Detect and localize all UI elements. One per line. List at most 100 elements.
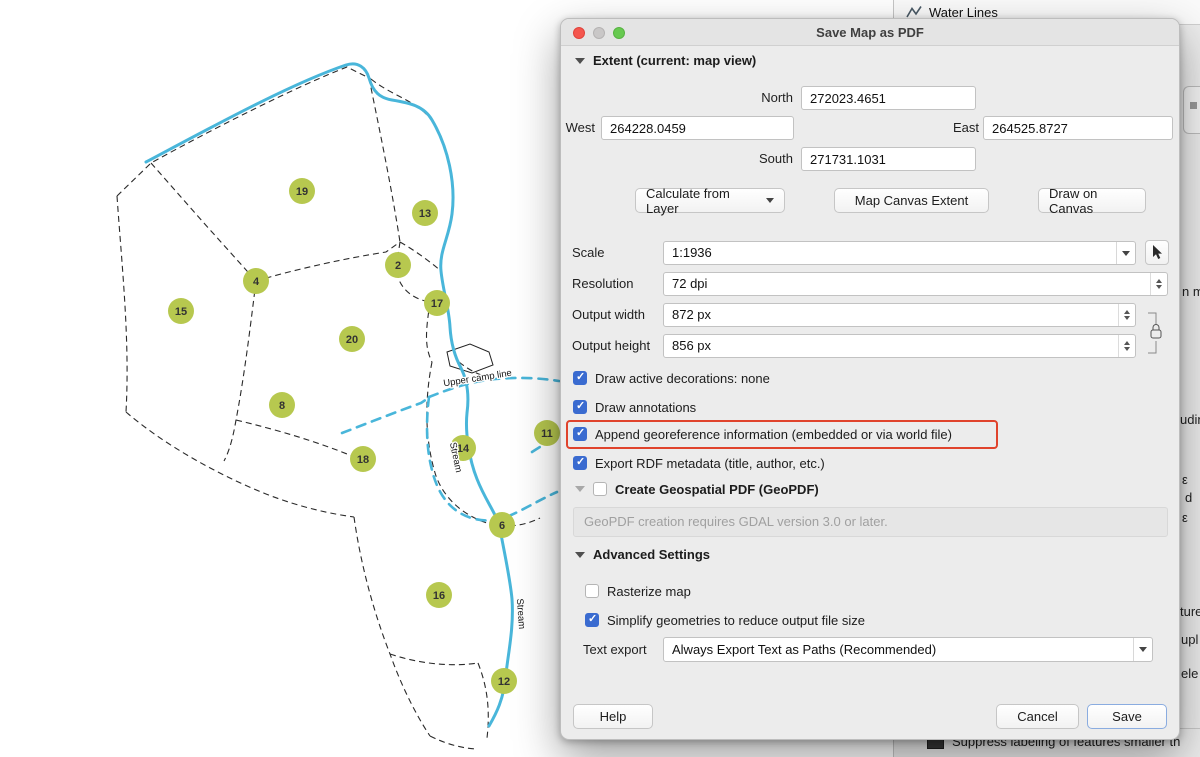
clipped-text-fragment: n m (1182, 284, 1200, 299)
output-height-value: 856 px (672, 335, 1111, 357)
west-input[interactable] (601, 116, 794, 140)
extent-section-header[interactable]: Extent (current: map view) (575, 53, 756, 68)
map-marker-number: 2 (395, 260, 401, 272)
checkbox-simplify-geometries[interactable]: Simplify geometries to reduce output fil… (585, 610, 865, 630)
checkbox-draw-annotations[interactable]: Draw annotations (573, 397, 696, 417)
screen: 191324171520811141861612Upper camp lineS… (0, 0, 1200, 757)
map-marker-number: 6 (499, 520, 505, 532)
west-label: West (561, 116, 595, 140)
text-export-dropdown[interactable]: Always Export Text as Paths (Recommended… (663, 637, 1153, 662)
checkbox-append-georeference[interactable]: Append georeference information (embedde… (573, 424, 952, 444)
dialog-titlebar[interactable]: Save Map as PDF (561, 19, 1179, 46)
output-width-label: Output width (572, 303, 645, 327)
checkbox-label: Rasterize map (607, 584, 691, 599)
checkbox-box (573, 456, 587, 470)
save-button[interactable]: Save (1087, 704, 1167, 729)
checkbox-draw-active-decorations[interactable]: Draw active decorations: none (573, 368, 770, 388)
parcel-boundary (236, 420, 352, 456)
checkbox-rasterize-map[interactable]: Rasterize map (585, 581, 691, 601)
geopdf-requirement-note: GeoPDF creation requires GDAL version 3.… (573, 507, 1168, 537)
dialog-title: Save Map as PDF (561, 19, 1179, 46)
help-button[interactable]: Help (573, 704, 653, 729)
scale-value: 1:1936 (672, 242, 1111, 264)
extent-header-label: Extent (current: map view) (593, 53, 756, 68)
stream-line-dashed (342, 397, 429, 433)
north-input[interactable] (801, 86, 976, 110)
cancel-button[interactable]: Cancel (996, 704, 1079, 729)
map-marker-number: 4 (253, 276, 260, 288)
checkbox-label: Draw active decorations: none (595, 371, 770, 386)
south-label: South (701, 147, 793, 171)
line-layer-icon (906, 5, 922, 19)
parcel-boundary (151, 163, 256, 281)
resolution-value: 72 dpi (672, 273, 1143, 295)
calculate-from-layer-button[interactable]: Calculate from Layer (635, 188, 785, 213)
map-marker-number: 17 (431, 298, 443, 310)
output-height-label: Output height (572, 334, 650, 358)
save-map-as-pdf-dialog: Save Map as PDF Extent (current: map vie… (560, 18, 1180, 740)
set-scale-from-canvas-button[interactable] (1145, 240, 1169, 265)
parcel-boundary (390, 654, 478, 665)
output-width-spinbox[interactable]: 872 px (663, 303, 1136, 327)
lock-aspect-ratio-icon[interactable] (1145, 307, 1163, 359)
checkbox-box (573, 427, 587, 441)
checkbox-label: Simplify geometries to reduce output fil… (607, 613, 865, 628)
map-canvas-extent-button[interactable]: Map Canvas Extent (834, 188, 989, 213)
clipped-text-fragment: ε (1182, 510, 1188, 525)
stream-line-dashed (427, 397, 557, 520)
cancel-label: Cancel (1017, 709, 1057, 724)
checkbox-box (593, 482, 607, 496)
output-width-value: 872 px (672, 304, 1111, 326)
east-label: East (939, 116, 979, 140)
parcel-boundary (126, 412, 354, 517)
parcel-boundary (224, 281, 256, 461)
advanced-settings-header[interactable]: Advanced Settings (575, 547, 710, 562)
checkbox-label: Create Geospatial PDF (GeoPDF) (615, 482, 819, 497)
checkbox-label: Draw annotations (595, 400, 696, 415)
calculate-from-layer-label: Calculate from Layer (646, 186, 760, 216)
save-label: Save (1112, 709, 1142, 724)
parcel-boundary (369, 78, 400, 242)
spinner-arrows-icon[interactable] (1150, 273, 1167, 295)
scale-combobox[interactable]: 1:1936 (663, 241, 1136, 265)
north-label: North (701, 86, 793, 110)
map-marker-number: 19 (296, 186, 308, 198)
draw-on-canvas-button[interactable]: Draw on Canvas (1038, 188, 1146, 213)
south-input[interactable] (801, 147, 976, 171)
parcel-boundary (354, 517, 430, 736)
checkbox-label: Export RDF metadata (title, author, etc.… (595, 456, 825, 471)
map-marker-number: 12 (498, 676, 510, 688)
east-input[interactable] (983, 116, 1173, 140)
advanced-settings-label: Advanced Settings (593, 547, 710, 562)
clipped-text-fragment: ele (1181, 666, 1198, 681)
output-height-spinbox[interactable]: 856 px (663, 334, 1136, 358)
text-export-label: Text export (583, 637, 647, 662)
checkbox-export-rdf-metadata[interactable]: Export RDF metadata (title, author, etc.… (573, 453, 825, 473)
map-marker-number: 20 (346, 334, 358, 346)
dropdown-arrow-icon (766, 198, 774, 203)
clipped-text-fragment: ε (1182, 472, 1188, 487)
collapse-triangle-icon[interactable] (575, 552, 585, 558)
map-marker-number: 11 (541, 428, 553, 440)
stream-line (146, 64, 512, 726)
panel-group-corner (1183, 86, 1200, 134)
draw-on-canvas-label: Draw on Canvas (1049, 186, 1135, 216)
checkbox-label: Append georeference information (embedde… (595, 427, 952, 442)
checkbox-box (573, 371, 587, 385)
clipped-text-fragment: d (1185, 490, 1192, 505)
clipped-text-fragment: ture (1180, 604, 1200, 619)
spinner-arrows-icon[interactable] (1118, 335, 1135, 357)
text-export-value: Always Export Text as Paths (Recommended… (672, 638, 1128, 661)
map-marker-number: 15 (175, 306, 187, 318)
help-label: Help (600, 709, 627, 724)
parcel-boundary (430, 736, 476, 749)
map-marker-number: 13 (419, 208, 431, 220)
chevron-down-icon[interactable] (1116, 242, 1135, 264)
resolution-spinbox[interactable]: 72 dpi (663, 272, 1168, 296)
panel-widget-fragment (1190, 102, 1197, 109)
checkbox-create-geospatial-pdf[interactable]: Create Geospatial PDF (GeoPDF) (575, 479, 819, 499)
collapse-triangle-icon[interactable] (575, 486, 585, 492)
chevron-down-icon[interactable] (1133, 638, 1152, 661)
spinner-arrows-icon[interactable] (1118, 304, 1135, 326)
collapse-triangle-icon[interactable] (575, 58, 585, 64)
